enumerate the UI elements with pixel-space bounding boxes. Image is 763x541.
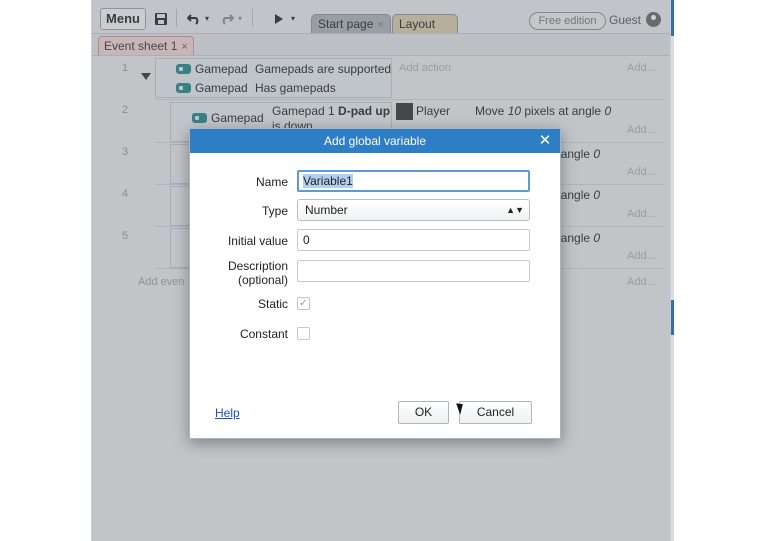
ok-button[interactable]: OK (398, 401, 449, 424)
description-label: Description (optional) (227, 259, 288, 287)
type-select[interactable]: Number ▲▼ (297, 199, 530, 221)
cancel-button[interactable]: Cancel (459, 401, 532, 424)
constant-checkbox[interactable] (297, 327, 310, 340)
initial-value-input[interactable]: 0 (297, 229, 530, 251)
right-panel-edge (671, 0, 674, 541)
add-global-variable-dialog: Add global variable ✕ Name Variable1 Typ… (189, 128, 561, 439)
panel-edge-gap (671, 36, 674, 300)
initial-value-label: Initial value (227, 234, 288, 248)
panel-edge-gap (671, 335, 674, 541)
screen: Menu ▾ ▾ ▾ Start page× Layout 1× Free ed… (0, 0, 763, 541)
constant-label: Constant (239, 327, 288, 341)
static-checkbox[interactable]: ✓ (297, 297, 310, 310)
dialog-title: Add global variable (190, 129, 560, 153)
name-input[interactable]: Variable1 (297, 170, 530, 192)
name-label: Name (255, 175, 288, 189)
name-value: Variable1 (303, 174, 353, 188)
close-icon[interactable]: ✕ (538, 129, 552, 153)
type-value: Number (305, 203, 348, 217)
description-input[interactable] (297, 260, 530, 282)
select-updown-icon: ▲▼ (506, 205, 524, 215)
type-label: Type (261, 204, 288, 218)
static-label: Static (257, 297, 288, 311)
help-link[interactable]: Help (215, 406, 240, 420)
